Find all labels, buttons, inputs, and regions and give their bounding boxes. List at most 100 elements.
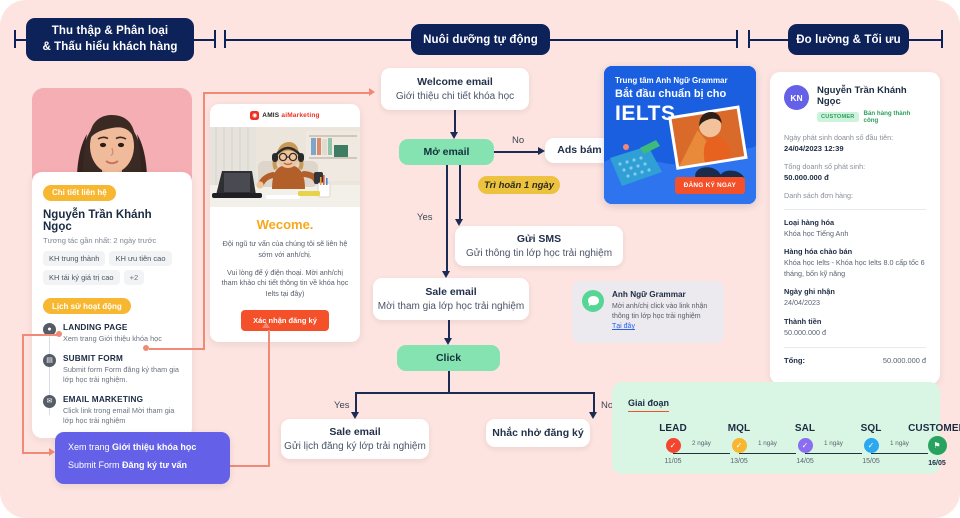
stage-segment xyxy=(871,453,928,455)
flow-line-6 xyxy=(448,371,450,393)
salmon-line-a3 xyxy=(22,452,50,454)
total-revenue-value: 50.000.000 đ xyxy=(784,173,829,182)
divider xyxy=(784,209,926,210)
field-value: Khóa học Tiếng Anh xyxy=(784,229,849,238)
order-total-row: Tổng: 50.000.000 đ xyxy=(784,356,926,365)
speech-bubble-glyph xyxy=(587,295,599,306)
total-key: Tổng: xyxy=(784,356,806,366)
ad-cta-button[interactable]: ĐĂNG KÝ NGAY xyxy=(674,177,745,194)
rail-right-1 xyxy=(194,39,216,41)
zalo-sender: Anh Ngữ Grammar xyxy=(612,290,686,299)
field-value: 24/04/2023 xyxy=(784,298,820,308)
activity-item-submit-form: ▤ SUBMIT FORM Submit form Form đăng ký t… xyxy=(43,353,181,386)
node-remind-register[interactable]: Nhắc nhở đăng ký xyxy=(486,419,590,447)
node-title: Nhắc nhở đăng ký xyxy=(492,426,584,439)
email-paragraph-1: Đội ngũ tư vấn của chúng tôi sẽ liên hệ … xyxy=(222,239,348,259)
divider xyxy=(784,347,926,349)
field-key: Thành tiền xyxy=(784,316,822,326)
flow-line-9 xyxy=(593,392,595,414)
salmon-dot-b xyxy=(143,345,149,351)
email-hero-image xyxy=(210,127,360,207)
node-subtitle: Gửi thông tin lớp học trải nghiệm xyxy=(465,247,613,259)
flow-arrow-3 xyxy=(455,219,463,226)
rail-cap-6 xyxy=(941,30,943,48)
stage-name: LEAD xyxy=(659,423,687,434)
rail-right-2 xyxy=(550,39,737,41)
status-badge: CUSTOMER xyxy=(817,112,859,122)
persona-last-interaction: Tương tác gần nhất: 2 ngày trước xyxy=(43,235,157,245)
stage-timeline-track: 2 ngày 1 ngày 1 ngày 1 ngày LEAD ✓ 11/05… xyxy=(628,423,960,475)
stage-name: SAL xyxy=(794,423,816,434)
flow-line-5 xyxy=(448,320,450,340)
node-sale-email[interactable]: Sale email Mời tham gia lớp học trải ngh… xyxy=(373,278,529,320)
activity-history-chip[interactable]: Lịch sử hoạt động xyxy=(43,298,131,314)
email-body: Wecome. Đội ngũ tư vấn của chúng tôi sẽ … xyxy=(210,207,360,331)
infographic-canvas: Thu thập & Phân loại & Thấu hiểu khách h… xyxy=(0,0,960,518)
flow-arrow-6 xyxy=(351,412,359,419)
chat-bubble-icon xyxy=(582,290,604,312)
check-icon: ✓ xyxy=(731,438,747,453)
phase-pill-collect[interactable]: Thu thập & Phân loại & Thấu hiểu khách h… xyxy=(26,18,194,61)
stage-segment xyxy=(805,453,862,455)
delay-pill[interactable]: Trì hoãn 1 ngày xyxy=(478,176,560,194)
email-brand-text: AMIS aiMarketing xyxy=(262,112,319,119)
stage-segment xyxy=(673,453,730,455)
persona-tag: KH trung thành xyxy=(43,250,106,266)
flow-line-4 xyxy=(446,165,448,273)
stage-gap-label: 2 ngày xyxy=(692,440,711,447)
persona-tag-more[interactable]: +2 xyxy=(123,269,145,285)
node-click[interactable]: Click xyxy=(397,345,500,371)
purple-line2-pre: Submit Form xyxy=(68,460,123,471)
field-key: Loại hàng hóa xyxy=(784,218,835,227)
envelope-icon: ✉ xyxy=(43,394,56,408)
salmon-line-c2 xyxy=(268,330,270,466)
salmon-dot-d xyxy=(623,144,629,150)
orders-label: Danh sách đơn hàng: xyxy=(784,191,854,200)
persona-tag-list: KH trung thành KH ưu tiên cao KH tái ký g… xyxy=(43,247,181,285)
stage-segment xyxy=(739,453,796,455)
flow-arrow-7 xyxy=(589,412,597,419)
ad-line-1: Trung tâm Anh Ngữ Grammar xyxy=(615,76,728,85)
flow-line-2 xyxy=(494,151,540,153)
node-welcome-email[interactable]: Welcome email Giới thiệu chi tiết khóa h… xyxy=(381,68,529,110)
purple-line-2: Submit Form Đăng ký tư vấn xyxy=(68,459,217,471)
label-yes-1: Yes xyxy=(417,212,433,223)
sale-status-text: Bán hàng thành công xyxy=(863,110,911,124)
amis-logo-icon: ◉ xyxy=(250,111,260,120)
node-open-email[interactable]: Mở email xyxy=(399,139,494,165)
email-brand-header: ◉ AMIS aiMarketing xyxy=(210,104,360,127)
flow-line-8 xyxy=(355,392,357,414)
node-send-sms[interactable]: Gửi SMS Gửi thông tin lớp học trải nghiệ… xyxy=(455,226,623,266)
rail-cap-1 xyxy=(14,30,16,48)
stage-gap-label: 1 ngày xyxy=(758,440,777,447)
field-key: Ngày ghi nhận xyxy=(784,287,835,297)
flow-line-7 xyxy=(355,392,595,394)
contact-detail-chip[interactable]: Chi tiết liên hệ xyxy=(43,184,116,201)
email-confirm-button[interactable]: Xác nhận đăng ký xyxy=(241,309,329,331)
flow-line-1 xyxy=(454,110,456,134)
purple-callout-box: Xem trang Giới thiệu khóa học Submit For… xyxy=(55,432,230,484)
activity-title: EMAIL MARKETING xyxy=(63,394,144,404)
ad-line-3: IELTS xyxy=(615,102,676,125)
phase-pill-nurture[interactable]: Nuôi dưỡng tự động xyxy=(411,24,550,55)
phase-pill-measure[interactable]: Đo lường & Tối ưu xyxy=(788,24,909,55)
purple-line1-pre: Xem trang xyxy=(68,442,113,452)
node-title: Sale email xyxy=(425,285,477,298)
stage-name: SQL xyxy=(860,423,882,434)
node-title: Welcome email xyxy=(417,75,493,88)
email-preview-card: ◉ AMIS aiMarketing Wecome. Đội ngũ tư vấ… xyxy=(210,104,360,342)
stage-date: 14/05 xyxy=(796,458,814,465)
brand-suffix: aiMarketing xyxy=(281,112,320,119)
flag-icon: ⚑ xyxy=(927,436,947,455)
field-value: 50.000.000 đ xyxy=(784,327,826,337)
ielts-ad-banner[interactable]: Trung tâm Anh Ngữ Grammar Bắt đầu chuẩn … xyxy=(604,66,756,204)
flow-arrow-2 xyxy=(538,147,545,155)
phase-collect-line1: Thu thập & Phân loại xyxy=(51,24,169,37)
zalo-message-bubble: Anh Ngữ Grammar Mời anh/chị click vào li… xyxy=(572,281,724,343)
rail-cap-2 xyxy=(214,30,216,48)
node-sale-email-2[interactable]: Sale email Gửi lịch đăng ký lớp trải ngh… xyxy=(281,419,429,459)
persona-name: Nguyễn Trần Khánh Ngọc xyxy=(43,208,152,233)
zalo-link[interactable]: Tại đây xyxy=(612,323,714,330)
node-title: Sale email xyxy=(329,425,381,438)
email-paragraph-2: Vui lòng để ý điện thoại. Mời anh/chị th… xyxy=(221,267,349,299)
